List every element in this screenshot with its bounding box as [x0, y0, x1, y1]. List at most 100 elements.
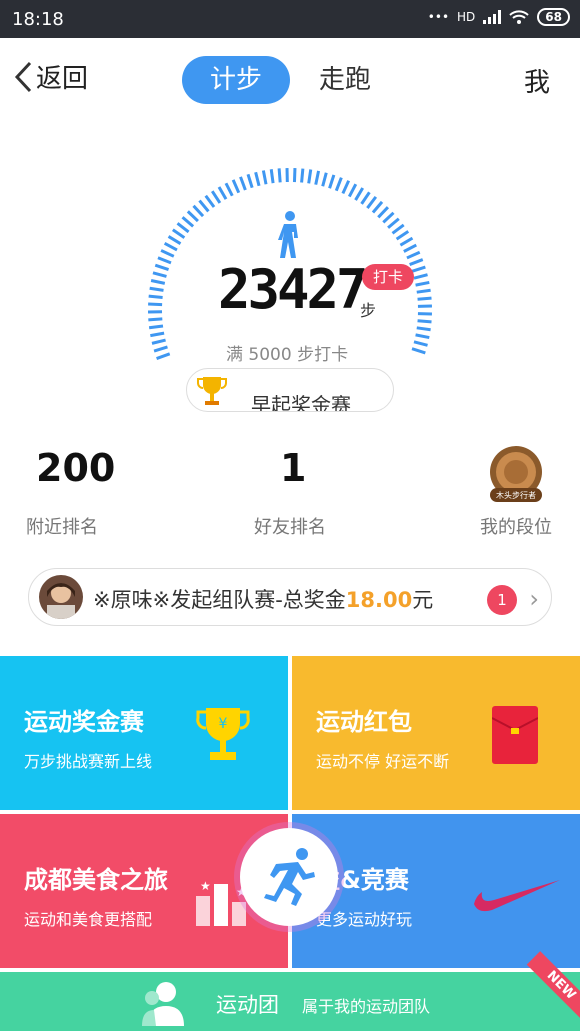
gauge-tick [217, 186, 228, 200]
gauge-tick [148, 324, 164, 330]
sports-team-title: 运动团 [216, 993, 279, 1017]
gauge-tick [391, 223, 405, 235]
trophy-icon [197, 377, 227, 405]
gauge-tick [411, 265, 426, 273]
chevron-left-icon [14, 61, 32, 92]
gauge-tick [239, 176, 247, 191]
gauge-tick [224, 182, 234, 197]
gauge-tick [417, 296, 432, 301]
network-label: HD [457, 10, 476, 24]
gauge-tick [210, 190, 222, 204]
gauge-tick [300, 168, 305, 183]
gauge-tick [269, 169, 275, 184]
wifi-icon [509, 10, 529, 24]
gauge-tick [416, 288, 431, 294]
gauge-tick [387, 217, 400, 229]
nearby-rank-label[interactable]: 附近排名 [26, 513, 98, 539]
level-badge-text: 木头步行者 [496, 490, 536, 500]
gauge-tick [406, 250, 421, 260]
status-time: 18:18 [12, 9, 64, 30]
gauge-tick [403, 243, 417, 253]
dots-icon: ••• [427, 10, 450, 24]
gauge-tick [148, 302, 163, 307]
gauge-tick [181, 216, 195, 228]
trophy-icon: ¥ [196, 708, 250, 760]
gauge-tick [366, 195, 378, 209]
gauge-tick [409, 258, 424, 266]
signal-icon [483, 10, 502, 24]
swoosh-logo-icon [474, 880, 560, 912]
gauge-tick [354, 187, 364, 201]
gauge-tick [160, 249, 175, 258]
tile-subtitle: 运动不停 好运不断 [316, 752, 450, 771]
team-race-banner[interactable]: ※原味※发起组队赛-总奖金18.00元 1 › [28, 568, 552, 626]
gauge-tick [347, 183, 358, 198]
tile-sport-contest[interactable]: 运动奖金赛 万步挑战赛新上线 ¥ [0, 656, 288, 810]
status-icons: ••• HD 68 [428, 8, 570, 26]
contest-pill[interactable]: 早起奖金赛 [186, 368, 394, 412]
gauge-tick [277, 168, 282, 183]
friend-rank-label[interactable]: 好友排名 [254, 513, 326, 539]
gauge-tick [171, 228, 186, 239]
tile-subtitle: 万步挑战赛新上线 [24, 752, 153, 771]
gauge-tick [341, 180, 351, 195]
gauge-tick [198, 199, 210, 213]
gauge-tick [176, 222, 190, 234]
friend-rank-value: 1 [280, 446, 307, 490]
start-run-button[interactable] [240, 828, 338, 926]
gauge-tick [254, 171, 261, 187]
tile-title: 运动奖金赛 [24, 708, 144, 736]
gauge-tick [163, 242, 178, 252]
gauge-tick [186, 210, 199, 223]
top-nav: 返回 计步 走跑 我 [0, 38, 580, 122]
gauge-tick [231, 179, 241, 194]
gauge-tick [307, 169, 313, 184]
gauge-tick [261, 170, 268, 185]
gauge-tick [334, 177, 343, 192]
gauge-tick [149, 286, 164, 292]
me-button[interactable]: 我 [524, 62, 550, 99]
gauge-tick [417, 319, 432, 324]
gauge-tick [192, 204, 205, 218]
gauge-tick [148, 317, 163, 322]
gauge-tick [204, 194, 216, 208]
gauge-tick [153, 345, 168, 353]
gauge-tick [382, 211, 395, 224]
sports-team-bar[interactable]: 运动团 属于我的运动团队 NEW [0, 951, 580, 1031]
sports-team-subtitle: 属于我的运动团队 [302, 997, 431, 1016]
tab-run[interactable]: 走跑 [310, 56, 380, 104]
svg-text:★: ★ [200, 879, 211, 893]
gauge-tick [148, 294, 163, 300]
tile-subtitle: 更多运动好玩 [316, 910, 413, 929]
gauge-tick [411, 347, 426, 355]
nearby-rank-value: 200 [36, 446, 116, 490]
status-bar: 18:18 ••• HD 68 [0, 0, 580, 38]
gauge-tick [415, 280, 430, 287]
gauge-tick [360, 191, 371, 205]
gauge-tick [314, 170, 321, 185]
tab-pedometer[interactable]: 计步 [182, 56, 290, 104]
walking-person-icon [278, 211, 298, 258]
gauge-tick [157, 256, 172, 265]
tile-red-packet[interactable]: 运动红包 运动不停 好运不断 [292, 656, 580, 810]
back-label: 返回 [36, 64, 89, 94]
notification-badge: 1 [487, 585, 517, 615]
gauge-tick [321, 172, 328, 187]
gauge-tick [150, 279, 166, 285]
back-button[interactable]: 返回 [14, 58, 88, 95]
contest-label: 早起奖金赛 [251, 393, 351, 412]
svg-text:¥: ¥ [219, 716, 228, 732]
gauge-tick [371, 200, 384, 214]
gauge-tick [151, 338, 166, 345]
tile-title: 运动红包 [316, 708, 412, 736]
level-badge-icon[interactable]: 木头步行者 [484, 444, 548, 504]
gauge-tick [395, 230, 410, 241]
checkin-button[interactable]: 打卡 [362, 264, 414, 290]
level-label[interactable]: 我的段位 [480, 513, 552, 539]
gauge-tick [150, 331, 165, 338]
team-race-text: ※原味※发起组队赛-总奖金18.00元 [93, 588, 434, 612]
gauge-tick [328, 174, 336, 189]
tile-title: 成都美食之旅 [24, 866, 168, 894]
gauge-tick [416, 326, 431, 332]
gauge-tick [152, 271, 167, 278]
